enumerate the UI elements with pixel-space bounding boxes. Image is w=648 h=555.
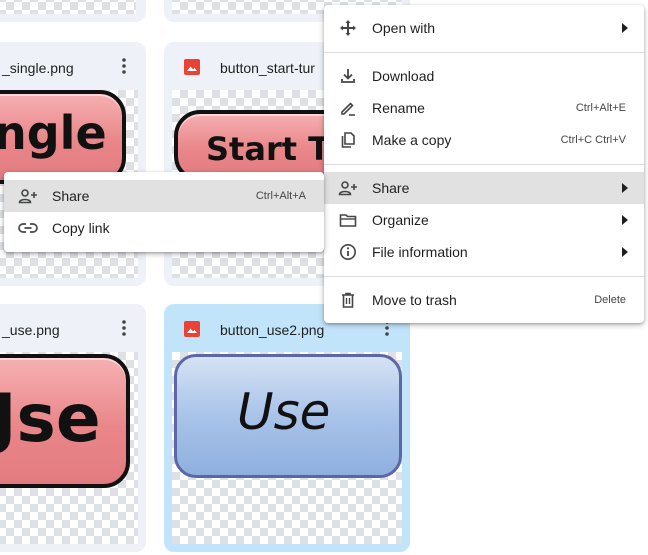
menu-item-share[interactable]: Share	[324, 172, 644, 204]
context-menu: Open with Download Rename Ctrl+Alt+E Mak…	[324, 5, 644, 323]
file-card-selected[interactable]: button_use2.png Use	[164, 304, 410, 552]
button-preview: ngle	[0, 90, 126, 184]
more-vert-icon	[122, 58, 126, 74]
submenu-arrow-icon	[622, 23, 628, 33]
image-file-icon	[184, 59, 200, 75]
submenu-item-copy-link[interactable]: Copy link	[4, 212, 324, 244]
menu-item-label: File information	[372, 244, 468, 260]
menu-item-label: Move to trash	[372, 292, 457, 308]
menu-item-label: Organize	[372, 212, 429, 228]
menu-item-organize[interactable]: Organize	[324, 204, 644, 236]
menu-item-label: Copy link	[52, 220, 110, 236]
more-actions-button[interactable]	[113, 316, 135, 340]
button-preview: Jse	[0, 354, 130, 488]
file-card[interactable]: _use.png Jse	[0, 304, 146, 552]
file-thumbnail: Use	[172, 352, 402, 544]
button-preview-text: Jse	[0, 380, 101, 457]
submenu-item-share[interactable]: Share Ctrl+Alt+A	[4, 180, 324, 212]
menu-item-label: Make a copy	[372, 132, 452, 148]
more-actions-button[interactable]	[113, 54, 135, 78]
share-submenu: Share Ctrl+Alt+A Copy link	[4, 172, 324, 252]
image-file-icon	[184, 321, 200, 337]
open-with-icon	[338, 18, 358, 38]
menu-divider	[324, 52, 644, 53]
menu-item-label: Download	[372, 68, 435, 84]
download-icon	[338, 66, 358, 86]
menu-divider	[324, 276, 644, 277]
info-icon	[338, 242, 358, 262]
file-card-top-partial-1[interactable]	[0, 0, 146, 22]
menu-item-shortcut: Ctrl+Alt+A	[255, 190, 306, 202]
submenu-arrow-icon	[622, 183, 628, 193]
file-thumbnail: Jse	[0, 352, 138, 544]
file-card-header: _single.png	[0, 42, 146, 88]
button-preview-text: ngle	[0, 106, 107, 160]
menu-item-shortcut: Ctrl+C Ctrl+V	[560, 134, 626, 146]
menu-item-label: Open with	[372, 20, 436, 36]
more-vert-icon	[122, 320, 126, 336]
menu-item-rename[interactable]: Rename Ctrl+Alt+E	[324, 92, 644, 124]
rename-icon	[338, 98, 358, 118]
submenu-arrow-icon	[622, 247, 628, 257]
button-preview: Use	[174, 354, 402, 478]
menu-divider	[324, 164, 644, 165]
file-name: _single.png	[2, 60, 74, 76]
menu-item-shortcut: Ctrl+Alt+E	[575, 102, 626, 114]
menu-item-label: Share	[52, 188, 90, 204]
link-icon	[18, 218, 38, 238]
menu-item-label: Share	[372, 180, 410, 196]
file-thumbnail	[0, 0, 136, 14]
menu-item-move-to-trash[interactable]: Move to trash Delete	[324, 284, 644, 316]
copy-icon	[338, 130, 358, 150]
submenu-arrow-icon	[622, 215, 628, 225]
file-name: button_start-tur	[220, 60, 315, 76]
button-preview-text: Use	[237, 383, 331, 441]
person-add-icon	[338, 178, 358, 198]
menu-item-shortcut: Delete	[594, 294, 626, 306]
folder-icon	[338, 210, 358, 230]
trash-icon	[338, 290, 358, 310]
menu-item-open-with[interactable]: Open with	[324, 12, 644, 44]
menu-item-make-a-copy[interactable]: Make a copy Ctrl+C Ctrl+V	[324, 124, 644, 156]
menu-item-label: Rename	[372, 100, 425, 116]
person-add-icon	[18, 186, 38, 206]
file-name: _use.png	[2, 322, 60, 338]
file-card-header: _use.png	[0, 304, 146, 350]
file-name: button_use2.png	[220, 322, 325, 338]
menu-item-download[interactable]: Download	[324, 60, 644, 92]
menu-item-file-information[interactable]: File information	[324, 236, 644, 268]
